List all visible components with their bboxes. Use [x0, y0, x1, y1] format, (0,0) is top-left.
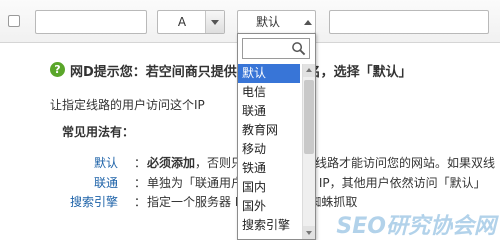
scroll-thumb[interactable] — [304, 80, 314, 154]
colon: ： — [134, 176, 147, 190]
line-select-value: 默认 — [255, 15, 280, 29]
select-checkbox[interactable] — [8, 15, 20, 27]
dropdown-scrollbar[interactable] — [302, 64, 315, 239]
dropdown-option[interactable]: 国内 — [238, 178, 300, 197]
watermark-logo: SEO研究协会网 — [336, 214, 496, 239]
usage-desc-bold: 必须添加 — [147, 156, 196, 170]
record-type-select[interactable]: A — [157, 10, 225, 34]
search-icon — [292, 42, 306, 56]
dropdown-search-input[interactable] — [242, 38, 310, 59]
dropdown-option[interactable]: 电信 — [238, 83, 300, 102]
dropdown-option[interactable]: 教育网 — [238, 121, 300, 140]
dropdown-option[interactable]: 搜索引擎 — [238, 216, 300, 235]
chevron-down-icon[interactable] — [205, 11, 224, 33]
dropdown-option[interactable]: 默认 — [238, 64, 300, 83]
record-value-input[interactable] — [329, 10, 489, 34]
host-record-input[interactable] — [35, 10, 147, 34]
usage-desc-text: 单独为「联通用户」指定服务器 IP，其他用户依然访问「默认」 — [147, 176, 486, 190]
usage-desc: 必须添加，否则只有单独指定的线路才能访问您的网站。如果双线 — [147, 154, 495, 171]
help-icon: ? — [50, 62, 65, 77]
colon: ： — [134, 156, 147, 170]
line-dropdown: 默认 电信 联通 教育网 移动 铁通 国内 国外 搜索引擎 — [237, 33, 316, 240]
chevron-up-icon — [304, 20, 312, 25]
colon: ： — [134, 195, 147, 209]
dropdown-option[interactable]: 铁通 — [238, 159, 300, 178]
usage-title: 常见用法有： — [62, 125, 135, 139]
line-select[interactable]: 默认 — [237, 10, 316, 34]
dropdown-options: 默认 电信 联通 教育网 移动 铁通 国内 国外 搜索引擎 — [238, 64, 300, 235]
dropdown-option[interactable]: 移动 — [238, 140, 300, 159]
hint-text: 让指定线路的用户访问这个IP — [50, 98, 205, 112]
usage-term-link[interactable]: 联通 — [62, 174, 118, 191]
dropdown-option[interactable]: 国外 — [238, 197, 300, 216]
scroll-up-icon[interactable] — [303, 64, 315, 77]
dropdown-option[interactable]: 联通 — [238, 102, 300, 121]
usage-term-link[interactable]: 搜索引擎 — [62, 193, 118, 210]
usage-term-link[interactable]: 默认 — [62, 154, 118, 171]
scroll-down-icon[interactable] — [303, 226, 315, 239]
record-type-value: A — [177, 15, 187, 29]
